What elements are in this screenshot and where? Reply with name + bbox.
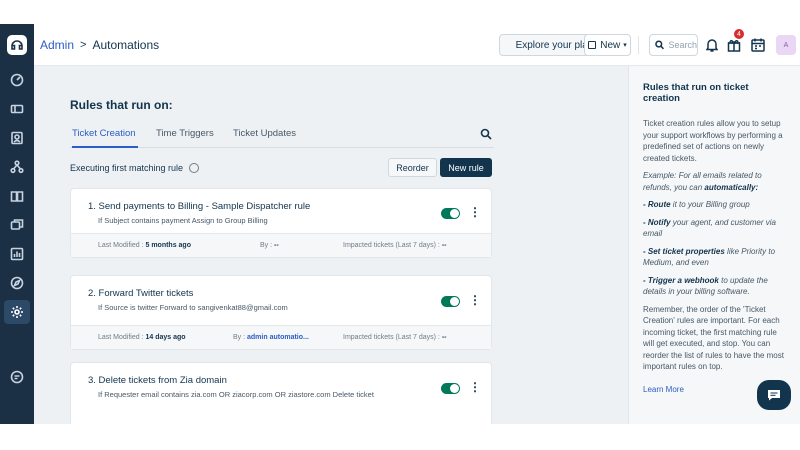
- admin-settings-icon[interactable]: [4, 300, 30, 324]
- left-nav-rail: [0, 24, 34, 424]
- rules-section-title: Rules that run on:: [70, 98, 173, 112]
- help-bullet-webhook: - Trigger a webhook to update the detail…: [643, 275, 786, 298]
- last-modified-value: 14 days ago: [145, 334, 186, 341]
- tickets-icon[interactable]: [4, 97, 30, 121]
- last-modified-label: Last Modified :: [98, 242, 144, 249]
- execution-mode-label: Executing first matching rule: [70, 163, 184, 173]
- chat-widget-button[interactable]: [757, 380, 791, 410]
- rule-title[interactable]: 2. Forward Twitter tickets: [88, 288, 193, 299]
- help-example-bold: automatically:: [704, 182, 759, 192]
- by-value-link[interactable]: admin automatio...: [247, 334, 309, 341]
- app-frame: Admin > Automations Explore your plan Ne…: [0, 0, 800, 424]
- search-placeholder: Search: [668, 40, 697, 50]
- learn-more-link[interactable]: Learn More: [643, 385, 684, 394]
- freshdesk-logo-icon[interactable]: [7, 35, 27, 55]
- calendar-icon[interactable]: [750, 37, 766, 53]
- chat-bubble-icon: [768, 390, 780, 401]
- contacts-icon[interactable]: [4, 126, 30, 150]
- rule-meta-bar: Last Modified : 5 months ago By : -- Imp…: [71, 233, 491, 257]
- new-rule-button[interactable]: New rule: [440, 158, 492, 177]
- impacted-label: Impacted tickets (Last 7 days) :: [343, 242, 440, 249]
- rule-description: If Subject contains payment Assign to Gr…: [98, 216, 268, 225]
- new-dropdown-button[interactable]: New ▾: [584, 34, 631, 56]
- help-example: Example: For all emails related to refun…: [643, 170, 786, 193]
- knowledge-base-icon[interactable]: [4, 184, 30, 208]
- rule-enabled-toggle[interactable]: [441, 383, 460, 394]
- breadcrumb-admin-link[interactable]: Admin: [40, 38, 74, 52]
- impacted-label: Impacted tickets (Last 7 days) :: [343, 334, 440, 341]
- header-divider: [638, 36, 639, 54]
- rule-title[interactable]: 1. Send payments to Billing - Sample Dis…: [88, 201, 310, 212]
- info-icon[interactable]: [189, 163, 200, 173]
- breadcrumb: Admin > Automations: [40, 38, 159, 52]
- rule-title[interactable]: 3. Delete tickets from Zia domain: [88, 375, 227, 386]
- help-bullet-text: it to your Billing group: [670, 200, 750, 209]
- rule-enabled-toggle[interactable]: [441, 208, 460, 219]
- help-bullet-bold: - Notify: [643, 217, 671, 227]
- search-rules-icon[interactable]: [480, 127, 492, 140]
- rules-tab-bar: Ticket Creation Time Triggers Ticket Upd…: [70, 126, 494, 148]
- breadcrumb-separator: >: [80, 39, 87, 51]
- user-avatar[interactable]: A: [776, 35, 796, 55]
- help-outro: Remember, the order of the 'Ticket Creat…: [643, 304, 784, 372]
- dashboard-icon[interactable]: [4, 68, 30, 92]
- more-options-icon[interactable]: ⋮: [469, 381, 481, 395]
- new-button-label: New: [600, 39, 621, 51]
- help-bullet-properties: - Set ticket properties like Priority to…: [643, 246, 786, 269]
- rule-card[interactable]: 3. Delete tickets from Zia domain If Req…: [70, 362, 492, 424]
- groups-icon[interactable]: [4, 155, 30, 179]
- last-modified-value: 5 months ago: [145, 242, 191, 249]
- reports-icon[interactable]: [4, 242, 30, 266]
- reorder-button[interactable]: Reorder: [388, 158, 437, 177]
- by-value: --: [274, 242, 279, 249]
- global-search-input[interactable]: Search: [649, 34, 698, 56]
- help-bullet-bold: - Set ticket properties: [643, 246, 725, 256]
- help-intro: Ticket creation rules allow you to setup…: [643, 119, 783, 163]
- rule-card[interactable]: 2. Forward Twitter tickets If Source is …: [70, 275, 492, 350]
- more-options-icon[interactable]: ⋮: [469, 294, 481, 308]
- rule-card[interactable]: 1. Send payments to Billing - Sample Dis…: [70, 188, 492, 258]
- rule-meta-bar: Last Modified : 14 days ago By : admin a…: [71, 325, 491, 349]
- help-bullet-bold: - Trigger a webhook: [643, 275, 719, 285]
- help-bullet-bold: - Route: [643, 200, 671, 209]
- chat-icon[interactable]: [4, 365, 30, 389]
- help-bullet-notify: - Notify your agent, and customer via em…: [643, 217, 786, 240]
- plus-square-icon: [588, 41, 597, 49]
- search-icon: [655, 40, 665, 50]
- help-bullet-route: - Route it to your Billing group: [643, 199, 786, 211]
- rule-description: If Source is twitter Forward to sangiven…: [98, 303, 288, 312]
- tab-ticket-updates[interactable]: Ticket Updates: [233, 128, 296, 139]
- tab-time-triggers[interactable]: Time Triggers: [156, 128, 214, 139]
- bottom-margin: [0, 424, 800, 450]
- chevron-down-icon: ▾: [623, 42, 627, 49]
- rule-enabled-toggle[interactable]: [441, 296, 460, 307]
- main-content: Rules that run on: Ticket Creation Time …: [34, 66, 628, 424]
- discussions-icon[interactable]: [4, 213, 30, 237]
- more-options-icon[interactable]: ⋮: [469, 206, 481, 220]
- by-label: By :: [233, 334, 246, 341]
- by-label: By :: [260, 242, 273, 249]
- gift-icon[interactable]: [726, 37, 742, 53]
- tab-ticket-creation[interactable]: Ticket Creation: [72, 128, 136, 139]
- impacted-value: --: [441, 334, 447, 341]
- top-header: Admin > Automations Explore your plan Ne…: [34, 24, 800, 66]
- impacted-value: --: [441, 242, 447, 249]
- notification-count-badge: 4: [734, 29, 744, 39]
- notifications-bell-icon[interactable]: [704, 37, 720, 53]
- execution-mode: Executing first matching rule: [70, 163, 200, 173]
- help-panel: Rules that run on ticket creation Ticket…: [628, 66, 800, 424]
- automations-compass-icon[interactable]: [4, 271, 30, 295]
- last-modified-label: Last Modified :: [98, 334, 144, 341]
- active-tab-indicator: [72, 146, 138, 148]
- help-title: Rules that run on ticket creation: [643, 82, 749, 104]
- rule-description: If Requester email contains zia.com OR z…: [98, 390, 374, 399]
- page-title: Automations: [92, 38, 160, 52]
